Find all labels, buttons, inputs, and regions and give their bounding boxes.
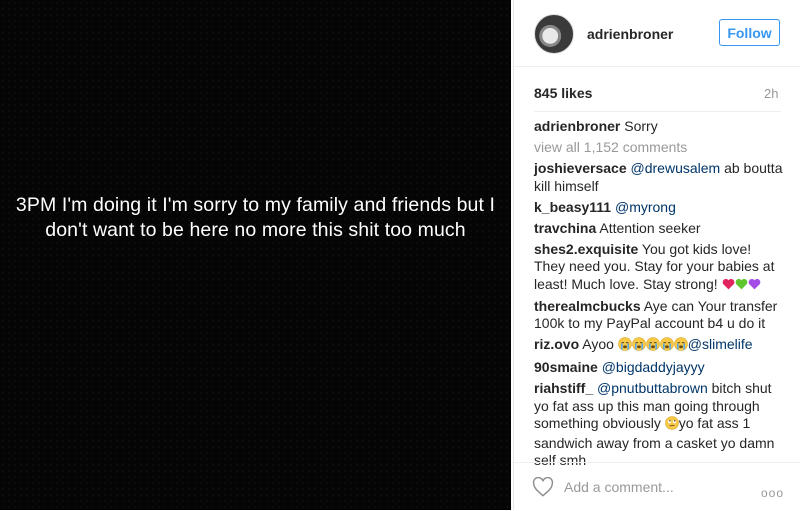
caption: adrienbroner Sorry — [534, 118, 784, 136]
crying-face-icon — [631, 337, 646, 356]
comment-username[interactable]: travchina — [534, 220, 596, 236]
post-image[interactable]: 3PM I'm doing it I'm sorry to my family … — [0, 0, 511, 510]
crying-face-icon — [617, 337, 632, 356]
comment-username[interactable]: 90smaine — [534, 359, 598, 375]
comment-username[interactable]: joshieversace — [534, 160, 627, 176]
comment-username[interactable]: riahstiff_ — [534, 380, 593, 396]
more-options-icon[interactable]: ooo — [761, 486, 784, 500]
comment-item: joshieversace @drewusalem ab boutta kill… — [534, 160, 784, 195]
post-image-text: 3PM I'm doing it I'm sorry to my family … — [15, 194, 496, 241]
caption-username[interactable]: adrienbroner — [534, 118, 620, 134]
comment-footer: Add a comment... ooo — [514, 462, 800, 511]
red-heart-icon — [722, 277, 735, 295]
crying-face-icon — [645, 337, 660, 356]
comment-item: 90smaine @bigdaddyjayyy — [534, 359, 784, 377]
crying-face-icon — [673, 337, 688, 356]
caption-text: Sorry — [624, 118, 658, 134]
comment-username[interactable]: therealmcbucks — [534, 298, 641, 314]
likes-count[interactable]: 845 likes — [534, 85, 592, 101]
comment-item: riahstiff_ @pnutbuttabrown bitch shut yo… — [534, 380, 784, 470]
follow-button[interactable]: Follow — [719, 19, 780, 46]
comment-username[interactable]: shes2.exquisite — [534, 241, 638, 257]
comment-item: travchina Attention seeker — [534, 220, 784, 238]
comment-username[interactable]: riz.ovo — [534, 336, 579, 352]
post-time[interactable]: 2h — [764, 86, 778, 101]
purple-heart-icon — [748, 277, 761, 295]
heart-icon[interactable] — [532, 476, 554, 497]
comment-item: therealmcbucks Aye can Your transfer 100… — [534, 298, 784, 333]
post-header: adrienbroner Follow — [514, 0, 800, 67]
comment-mention[interactable]: @bigdaddyjayyy — [602, 359, 705, 375]
comment-mention[interactable]: @slimelife — [688, 336, 753, 352]
header-username[interactable]: adrienbroner — [587, 26, 673, 42]
crying-face-icon — [659, 337, 674, 356]
comment-username[interactable]: k_beasy111 — [534, 199, 611, 215]
instagram-post-view: 3PM I'm doing it I'm sorry to my family … — [0, 0, 800, 510]
comment-item: riz.ovo Ayoo @slimelife — [534, 336, 784, 356]
divider — [534, 111, 781, 112]
comments-list: adrienbroner Sorry view all 1,152 commen… — [534, 118, 784, 473]
eye-roll-face-icon — [664, 416, 679, 435]
comment-mention[interactable]: @myrong — [615, 199, 676, 215]
comment-item: k_beasy111 @myrong — [534, 199, 784, 217]
add-comment-input[interactable]: Add a comment... — [564, 479, 674, 495]
comment-text: Ayoo — [579, 336, 618, 352]
comment-text: Attention seeker — [596, 219, 701, 236]
post-side-panel: adrienbroner Follow 845 likes 2h adrienb… — [513, 0, 800, 510]
comment-mention[interactable]: @pnutbuttabrown — [597, 380, 708, 396]
avatar[interactable] — [534, 14, 574, 54]
comment-mention[interactable]: @drewusalem — [631, 160, 721, 176]
comment-item: shes2.exquisite You got kids love! They … — [534, 241, 784, 295]
view-all-comments-link[interactable]: view all 1,152 comments — [534, 139, 784, 157]
green-heart-icon — [735, 277, 748, 295]
